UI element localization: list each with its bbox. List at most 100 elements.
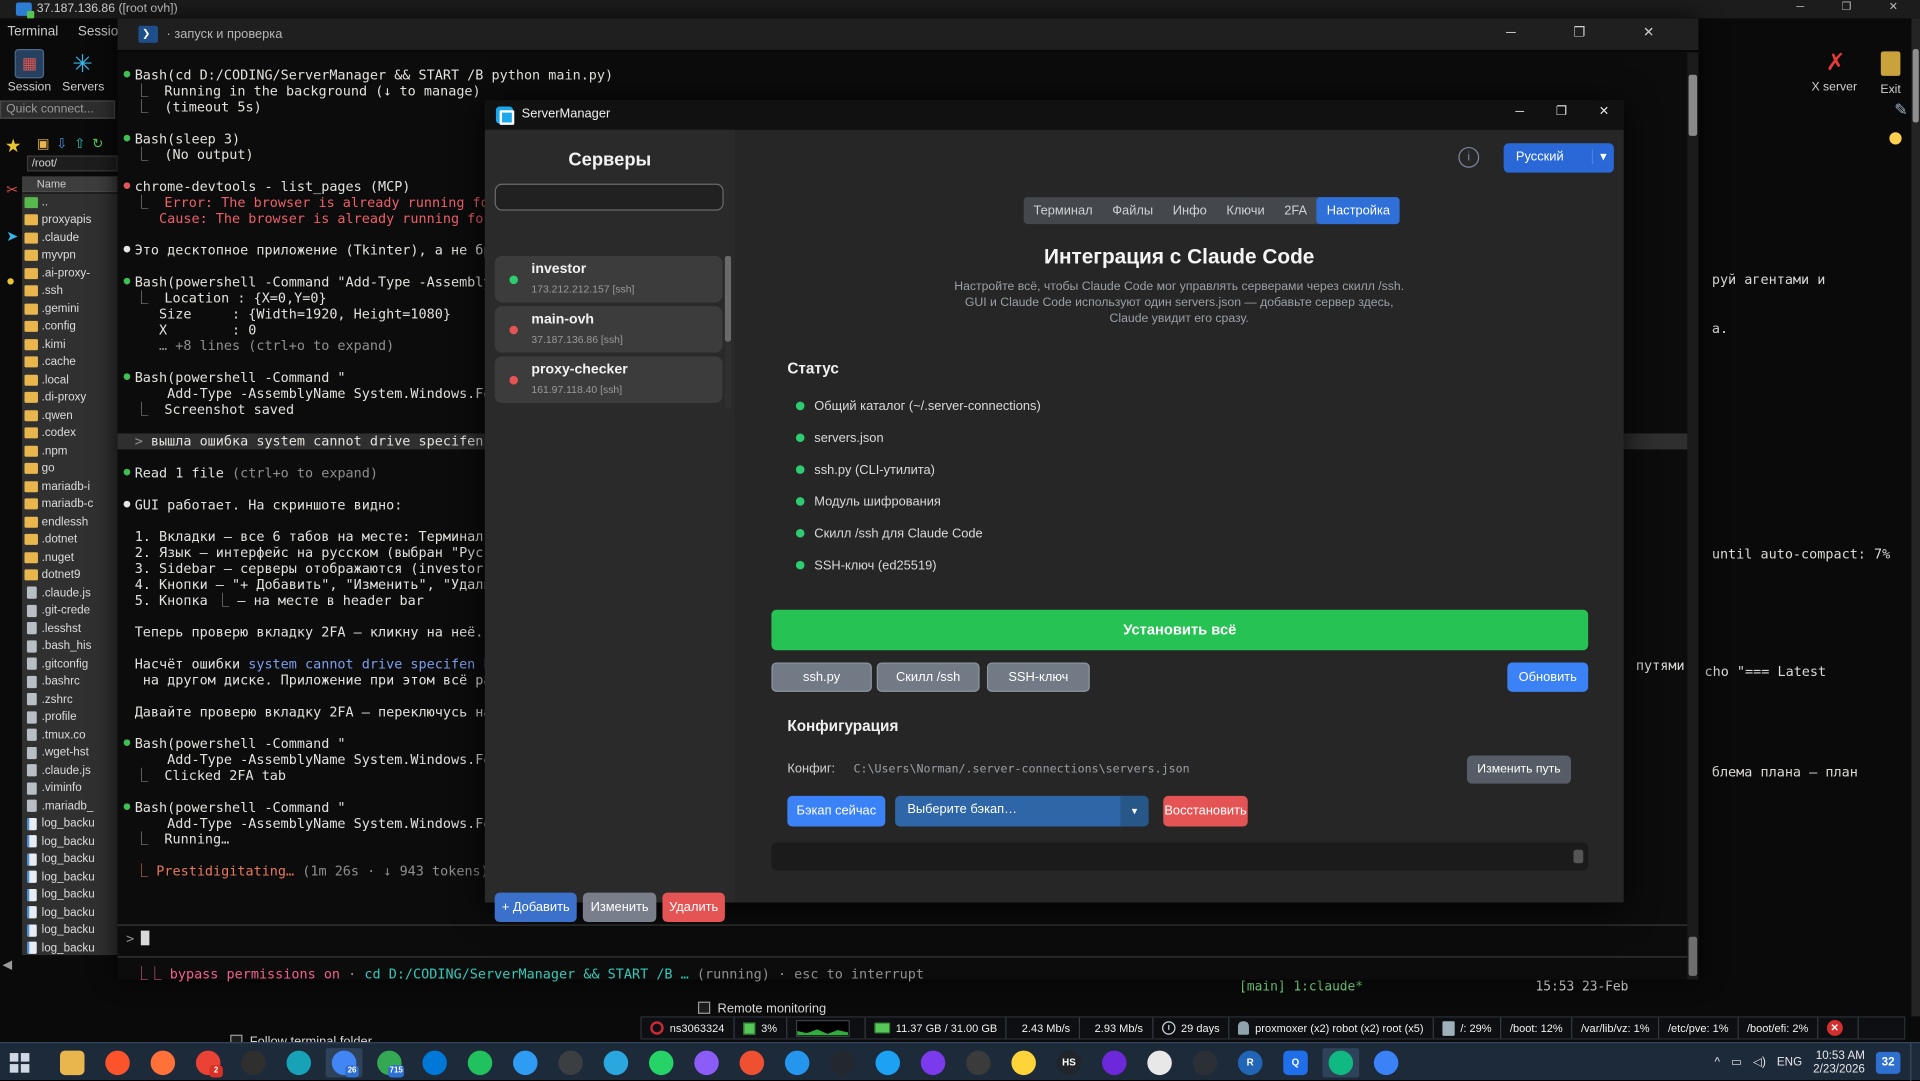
taskbar-icon-chrome-profile-1[interactable]: 2 (190, 1048, 227, 1078)
install-sshpy-button[interactable]: ssh.py (771, 662, 872, 692)
file-row[interactable]: .cache (22, 353, 118, 371)
taskbar-icon-yellow-app[interactable] (1005, 1048, 1042, 1077)
file-row[interactable]: .di-proxy (22, 389, 118, 407)
maximize-icon[interactable]: ❐ (1556, 105, 1567, 118)
file-row[interactable]: .viminfo (22, 779, 118, 797)
tab-терминал[interactable]: Терминал (1024, 197, 1103, 224)
log-scrollbar-thumb[interactable] (1573, 849, 1584, 864)
file-row[interactable]: log_backu (22, 886, 118, 904)
backup-now-button[interactable]: Бэкап сейчас (787, 795, 886, 827)
taskbar-icon-dark-app-2[interactable] (552, 1048, 589, 1077)
taskbar-icon-green-app[interactable] (462, 1048, 499, 1077)
file-row[interactable]: .bashrc (22, 673, 118, 691)
file-row[interactable]: log_backu (22, 868, 118, 886)
mobaxterm-window-controls[interactable]: ─ ❐ ✕ (1796, 0, 1915, 13)
folder-up-icon[interactable]: ▣ (37, 136, 50, 152)
taskbar-icon-chrome-profile-2[interactable]: 26 (325, 1048, 363, 1078)
file-row[interactable]: myvpn (22, 247, 118, 265)
terminal-scrollbar-bottom[interactable] (1688, 936, 1698, 976)
server-search-input[interactable] (494, 183, 724, 211)
terminal-scrollbar[interactable] (1687, 52, 1699, 980)
file-row[interactable]: .. (22, 193, 118, 211)
server-list-scrollbar-thumb[interactable] (724, 255, 732, 342)
upload-icon[interactable]: ⇧ (74, 136, 85, 152)
speaker-icon[interactable]: ◁) (1753, 1056, 1766, 1069)
file-row[interactable]: .mariadb_ (22, 797, 118, 815)
files-column-header[interactable]: Name (22, 176, 118, 193)
file-row[interactable]: .zshrc (22, 691, 118, 709)
file-row[interactable]: endlessh (22, 513, 118, 531)
file-row[interactable]: .codex (22, 424, 118, 442)
refresh-button[interactable]: Обновить (1507, 662, 1589, 692)
file-row[interactable]: .claude (22, 229, 118, 247)
file-row[interactable]: .claude.js (22, 584, 118, 602)
terminal-scrollbar-thumb[interactable] (1688, 74, 1698, 136)
terminal-titlebar[interactable]: · запуск и проверка ─ ❐ ✕ (117, 18, 1699, 52)
taskbar-icon-vscode[interactable] (507, 1048, 544, 1077)
session-button[interactable]: Session (5, 48, 54, 94)
taskbar-icon-obs[interactable] (824, 1048, 861, 1077)
server-card-proxy-checker[interactable]: proxy-checker 161.97.118.40 [ssh] (494, 356, 723, 403)
file-row[interactable]: .bash_his (22, 637, 118, 655)
edit-server-button[interactable]: Изменить (582, 892, 657, 923)
taskbar-icon-violet-app[interactable] (915, 1048, 952, 1077)
tab-2fa[interactable]: 2FA (1274, 197, 1316, 224)
install-sshkey-button[interactable]: SSH-ключ (986, 662, 1090, 692)
file-row[interactable]: .local (22, 371, 118, 389)
file-row[interactable]: .wget-hst (22, 744, 118, 762)
close-icon[interactable]: ✕ (1599, 105, 1609, 118)
taskbar-icon-notepad[interactable] (280, 1048, 317, 1077)
taskbar-icon-blue-app[interactable] (1368, 1048, 1405, 1077)
server-card-main-ovh[interactable]: main-ovh 37.187.136.86 [ssh] (494, 306, 723, 353)
file-row[interactable]: .nuget (22, 549, 118, 567)
taskbar-icon-brave[interactable] (99, 1048, 136, 1077)
taskbar-icon-dark-app-3[interactable] (960, 1048, 997, 1077)
language-dropdown[interactable]: Русский ▾ (1503, 143, 1614, 173)
exit-button[interactable]: Exit (1866, 49, 1915, 97)
file-row[interactable]: .git-crede (22, 602, 118, 620)
pencil-icon[interactable]: ✎ (1894, 100, 1907, 120)
taskbar-icon-chrome-profile-3[interactable]: 715 (371, 1048, 408, 1078)
add-server-button[interactable]: + Добавить (494, 892, 577, 923)
taskbar-icon-green-terminal[interactable] (1322, 1048, 1360, 1078)
quick-connect-input[interactable]: Quick connect... (0, 100, 116, 119)
taskbar-icon-docker[interactable] (779, 1048, 816, 1077)
file-row[interactable]: .kimi (22, 336, 118, 354)
taskbar-icon-r-app[interactable]: R (1232, 1048, 1269, 1077)
taskbar-icon-quick-share[interactable]: Q (1277, 1048, 1314, 1077)
taskbar-icon-light-app[interactable] (1141, 1048, 1178, 1077)
notification-badge[interactable]: 32 (1875, 1051, 1901, 1074)
file-row[interactable]: .config (22, 318, 118, 336)
refresh-icon[interactable]: ↻ (92, 136, 103, 152)
taskbar-icon-dark-app[interactable] (235, 1048, 272, 1077)
file-row[interactable]: .gitconfig (22, 655, 118, 673)
taskbar-icon-hs-app[interactable]: HS (1051, 1048, 1088, 1077)
servermanager-titlebar[interactable]: ServerManager ─ ❐ ✕ (484, 100, 1624, 130)
tab-настройка[interactable]: Настройка (1316, 197, 1400, 225)
file-row[interactable]: log_backu (22, 850, 118, 868)
file-row[interactable]: .qwen (22, 407, 118, 425)
background-terminal-scrollbar[interactable] (1911, 18, 1920, 1017)
network-icon[interactable]: ▭ (1731, 1056, 1742, 1069)
file-row[interactable]: .ai-proxy- (22, 264, 118, 282)
minimize-icon[interactable]: ─ (1515, 105, 1524, 118)
tools-icon[interactable]: ✂ (6, 181, 18, 198)
file-row[interactable]: .profile (22, 708, 118, 726)
file-row[interactable]: .claude.js (22, 762, 118, 780)
install-all-button[interactable]: Установить всё (771, 609, 1589, 651)
file-row[interactable]: .tmux.co (22, 726, 118, 744)
backup-select-dropdown[interactable]: Выберите бэкап… ▾ (895, 795, 1149, 827)
taskbar-clock[interactable]: 10:53 AM 2/23/2026 (1813, 1049, 1865, 1076)
file-browser-toolbar[interactable]: ▣ ⇩ ⇧ ↻ (37, 132, 118, 152)
file-row[interactable]: dotnet9 (22, 566, 118, 584)
delete-server-button[interactable]: Удалить (662, 892, 725, 923)
taskbar-icon-purple-app[interactable] (688, 1048, 725, 1077)
servermanager-window-controls[interactable]: ─ ❐ ✕ (1484, 105, 1609, 118)
show-desktop-button[interactable] (1910, 1043, 1915, 1081)
menu-item-terminal[interactable]: Terminal (7, 24, 58, 39)
terminal-window-controls[interactable]: ─ ❐ ✕ (1506, 24, 1681, 41)
file-row[interactable]: log_backu (22, 921, 118, 939)
file-row[interactable]: .npm (22, 442, 118, 460)
sftp-icon[interactable]: ● (6, 272, 15, 289)
change-path-button[interactable]: Изменить путь (1466, 755, 1572, 784)
